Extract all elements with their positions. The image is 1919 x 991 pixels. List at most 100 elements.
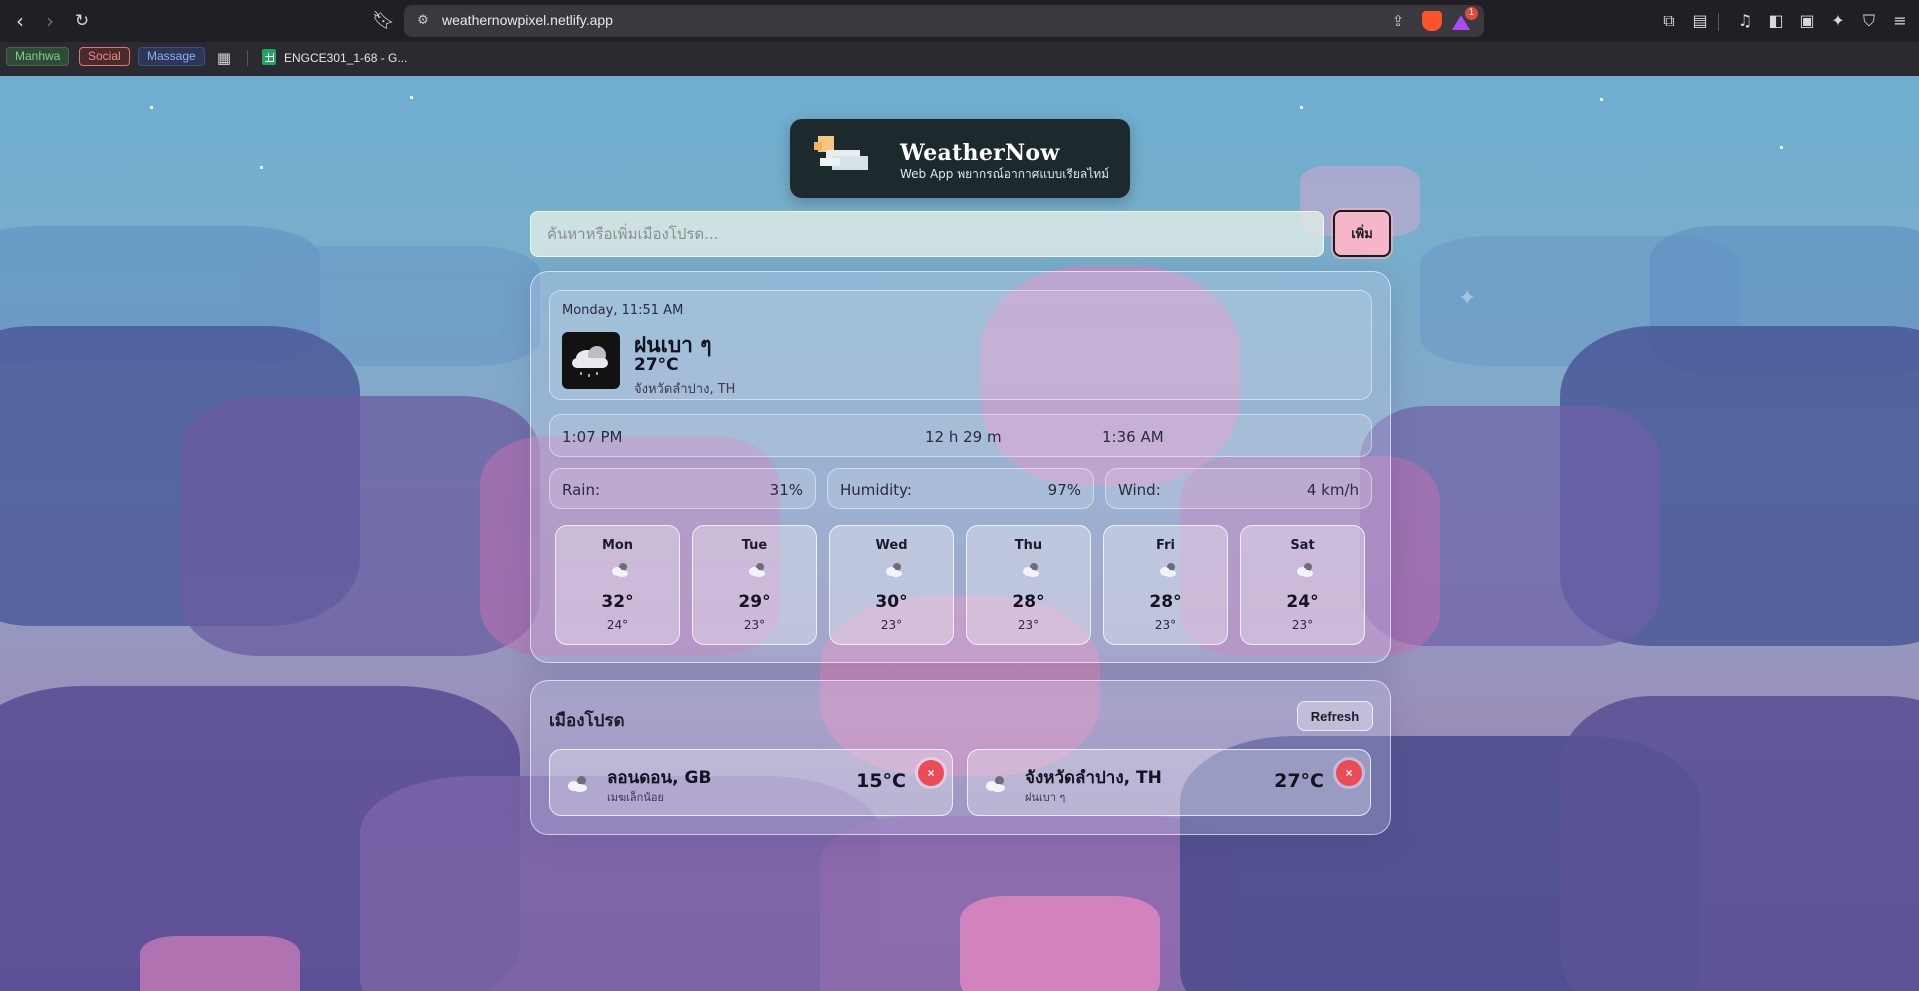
stat-rain: Rain: 31% — [549, 468, 816, 509]
reader-mode-icon[interactable]: ▤ — [1689, 10, 1711, 32]
cloud-icon — [566, 774, 588, 794]
share-icon[interactable]: ⇪ — [1388, 11, 1408, 31]
partly-cloudy-icon — [1158, 562, 1176, 578]
stat-label: Humidity: — [840, 481, 912, 499]
bookmark-spreadsheet-label: ENGCE301_1-68 - G... — [284, 51, 408, 65]
forecast-high: 32° — [601, 592, 634, 612]
media-icon[interactable]: ♫ — [1734, 10, 1756, 32]
forecast-low: 23° — [1017, 618, 1040, 632]
forecast-row: Mon 32° 24° Tue 29° 23° Wed 30° 23° Thu … — [555, 525, 1368, 645]
rain-cloud-icon — [562, 332, 620, 389]
refresh-button[interactable]: Refresh — [1297, 701, 1373, 731]
sun-cloud-logo-icon — [814, 136, 870, 180]
partly-cloudy-icon — [1021, 562, 1039, 578]
partly-cloudy-icon — [1295, 562, 1313, 578]
search-input[interactable] — [530, 211, 1324, 257]
brave-shields-icon[interactable] — [1422, 11, 1442, 31]
stat-value: 97% — [1047, 481, 1081, 499]
add-city-button[interactable]: เพิ่ม — [1333, 210, 1391, 257]
forecast-high: 30° — [875, 592, 908, 612]
stat-label: Rain: — [562, 481, 601, 499]
remove-city-button[interactable]: × — [918, 760, 944, 786]
weather-card: Monday, 11:51 AM ฝนเบา ๆ 27°C จังหวัดลำป… — [530, 271, 1391, 663]
forecast-low: 23° — [880, 618, 903, 632]
bookmark-spreadsheet[interactable]: ENGCE301_1-68 - G... — [262, 49, 407, 67]
browser-chrome: ‹ › ↻ 🔖︎ ⚙ weathernowpixel.netlify.app ⇪… — [0, 0, 1919, 76]
site-settings-icon[interactable]: ⚙ — [414, 12, 432, 30]
reload-icon[interactable]: ↻ — [70, 9, 94, 33]
back-icon[interactable]: ‹ — [8, 9, 32, 33]
partly-cloudy-icon — [884, 562, 902, 578]
forecast-low: 24° — [606, 618, 629, 632]
favorite-city-condition: ฝนเบา ๆ — [1025, 791, 1066, 804]
forecast-high: 24° — [1286, 592, 1319, 612]
sunrise-time: 1:07 PM — [562, 428, 623, 446]
stat-wind: Wind: 4 km/h — [1105, 468, 1372, 509]
forecast-day-name: Tue — [741, 538, 768, 553]
forecast-day: Mon 32° 24° — [555, 525, 680, 645]
rewards-badge: 1 — [1465, 7, 1478, 20]
apps-grid-icon[interactable]: ▦ — [215, 49, 233, 67]
forecast-day-name: Sat — [1290, 538, 1315, 553]
forecast-day-name: Thu — [1014, 538, 1043, 553]
bookmark-manhwa[interactable]: Manhwa — [6, 47, 70, 66]
forecast-day-name: Wed — [875, 538, 908, 553]
forecast-high: 28° — [1149, 592, 1182, 612]
partly-cloudy-icon — [610, 562, 628, 578]
favorites-title: เมืองโปรด — [549, 711, 625, 731]
sidebar-icon[interactable]: ◧ — [1765, 10, 1787, 32]
app-subtitle: Web App พยากรณ์อากาศแบบเรียลไทม์ — [900, 167, 1110, 181]
address-bar[interactable]: ⚙ weathernowpixel.netlify.app ⇪ 1 — [404, 5, 1484, 37]
partly-cloudy-icon — [747, 562, 765, 578]
stat-label: Wind: — [1118, 481, 1161, 499]
bookmark-social[interactable]: Social — [79, 47, 130, 66]
brave-rewards-icon[interactable]: 1 — [1452, 7, 1478, 31]
current-location: จังหวัดลำปาง, TH — [634, 382, 736, 397]
browser-toolbar: ‹ › ↻ 🔖︎ ⚙ weathernowpixel.netlify.app ⇪… — [0, 0, 1919, 42]
bookmarks-bar: Manhwa Social Massage ▦ ENGCE301_1-68 - … — [0, 42, 1919, 76]
favorite-city-temp: 27°C — [1274, 770, 1324, 792]
current-temp: 27°C — [634, 355, 679, 375]
forecast-low: 23° — [1154, 618, 1177, 632]
sunset-time: 1:36 AM — [1102, 428, 1164, 446]
sun-times: 1:07 PM 12 h 29 m 1:36 AM — [549, 414, 1372, 457]
forecast-low: 23° — [1291, 618, 1314, 632]
vpn-shield-icon[interactable]: ⛉ — [1858, 10, 1880, 32]
forecast-day: Sat 24° 23° — [1240, 525, 1365, 645]
app-header: WeatherNow Web App พยากรณ์อากาศแบบเรียลไ… — [790, 119, 1130, 198]
bookmark-massage[interactable]: Massage — [138, 47, 205, 66]
extensions-icon[interactable]: ⧉ — [1658, 10, 1680, 32]
app-title: WeatherNow — [900, 140, 1060, 166]
favorite-city[interactable]: จังหวัดลำปาง, TH ฝนเบา ๆ 27°C × — [967, 749, 1371, 816]
current-datetime: Monday, 11:51 AM — [562, 303, 684, 318]
stat-value: 4 km/h — [1306, 481, 1359, 499]
favorite-city-condition: เมฆเล็กน้อย — [607, 791, 664, 804]
bookmark-page-icon[interactable]: 🔖︎ — [372, 9, 395, 33]
forecast-high: 29° — [738, 592, 771, 612]
toolbar-divider — [1718, 13, 1719, 31]
forecast-high: 28° — [1012, 592, 1045, 612]
forward-icon[interactable]: › — [38, 9, 62, 33]
favorite-city-name: ลอนดอน, GB — [607, 768, 712, 788]
favorite-city-name: จังหวัดลำปาง, TH — [1025, 768, 1162, 788]
forecast-day-name: Mon — [601, 538, 634, 553]
leo-ai-icon[interactable]: ✦ — [1827, 10, 1849, 32]
sheets-icon — [262, 49, 276, 65]
stat-value: 31% — [769, 481, 803, 499]
forecast-day: Wed 30° 23° — [829, 525, 954, 645]
remove-city-button[interactable]: × — [1336, 760, 1362, 786]
favorite-city[interactable]: ลอนดอน, GB เมฆเล็กน้อย 15°C × — [549, 749, 953, 816]
favorite-city-temp: 15°C — [856, 770, 906, 792]
stat-humidity: Humidity: 97% — [827, 468, 1094, 509]
rain-cloud-icon — [984, 774, 1006, 794]
forecast-day-name: Fri — [1156, 538, 1175, 553]
forecast-day: Tue 29° 23° — [692, 525, 817, 645]
forecast-low: 23° — [743, 618, 766, 632]
favorites-card: เมืองโปรด Refresh ลอนดอน, GB เมฆเล็กน้อย… — [530, 680, 1391, 835]
day-length: 12 h 29 m — [925, 428, 1002, 446]
wallet-icon[interactable]: ▣ — [1796, 10, 1818, 32]
bookmark-divider — [247, 50, 248, 66]
menu-icon[interactable]: ≡ — [1889, 10, 1911, 32]
current-weather: Monday, 11:51 AM ฝนเบา ๆ 27°C จังหวัดลำป… — [549, 290, 1372, 400]
url-text[interactable]: weathernowpixel.netlify.app — [442, 12, 613, 28]
